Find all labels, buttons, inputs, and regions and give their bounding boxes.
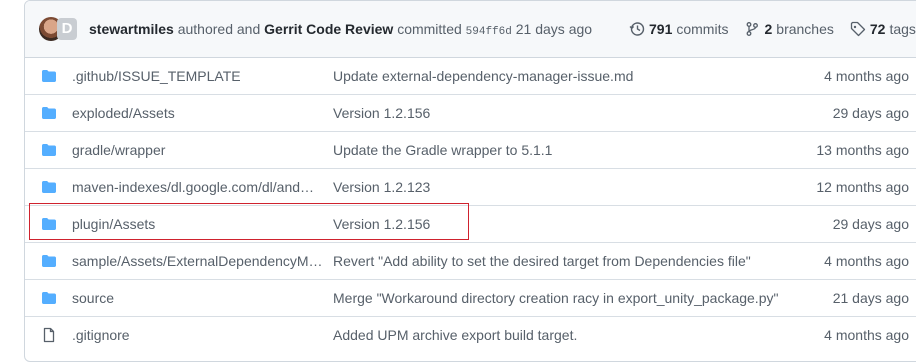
commit-age: 4 months ago [824,327,909,343]
commit-age: 4 months ago [824,68,909,84]
commit-age: 4 months ago [824,253,909,269]
file-list-box: D stewartmiles authored and Gerrit Code … [24,0,916,362]
file-name-path: maven-indexes/dl.google.com/dl/and… [72,179,315,195]
folder-icon [42,292,56,304]
file-name-link[interactable]: sample/Assets/ExternalDependencyM… [72,253,323,269]
file-name-path: sample/Assets/ExternalDependencyM… [72,253,323,269]
tag-icon [850,21,866,37]
folder-icon [42,70,56,82]
folder-icon [42,255,56,267]
file-name: Assets [113,216,156,232]
committer-avatar[interactable]: D [57,18,77,40]
file-name: .gitignore [72,327,130,343]
file-name-link[interactable]: gradle/wrapper [72,142,165,158]
file-row: sample/Assets/ExternalDependencyM… Rever… [25,242,916,279]
file-rows: .github/ISSUE_TEMPLATE Update external-d… [25,58,916,353]
folder-icon [42,144,56,156]
file-name-path: plugin/ [72,216,114,232]
file-name: wrapper [114,142,166,158]
committed-text: committed [397,21,462,37]
commit-age: 29 days ago [832,105,909,121]
branches-label: branches [776,21,834,37]
history-icon [629,22,645,36]
file-row: maven-indexes/dl.google.com/dl/and… Vers… [25,168,916,205]
commit-message-link[interactable]: Version 1.2.156 [333,216,430,232]
file-row: plugin/Assets Version 1.2.156 29 days ag… [25,205,916,242]
commit-message-link[interactable]: Version 1.2.123 [333,179,430,195]
authored-and-text: authored and [177,21,261,37]
tags-label: tags [889,21,916,37]
branches-link[interactable]: 2 branches [744,21,834,37]
file-name: source [72,290,115,306]
commit-message-link[interactable]: Merge "Workaround directory creation rac… [333,290,778,306]
commits-label: commits [676,21,729,37]
commit-message-link[interactable]: Revert "Add ability to set the desired t… [333,253,751,269]
file-row: .github/ISSUE_TEMPLATE Update external-d… [25,58,916,94]
branch-icon [747,22,759,36]
file-name-path: gradle/ [72,142,115,158]
file-name-link[interactable]: maven-indexes/dl.google.com/dl/and… [72,179,314,195]
branches-count: 2 [764,21,773,37]
latest-commit-bar: D stewartmiles authored and Gerrit Code … [25,1,916,58]
file-name: ISSUE_TEMPLATE [117,68,241,84]
file-name-path: exploded/ [72,105,133,121]
committer-link[interactable]: Gerrit Code Review [264,21,393,37]
file-icon [43,327,55,343]
file-row: gradle/wrapper Update the Gradle wrapper… [25,131,916,168]
commit-age: 12 months ago [816,179,909,195]
tags-link[interactable]: 72 tags [850,21,916,37]
commit-summary: stewartmiles authored and Gerrit Code Re… [89,21,592,38]
file-row: .gitignore Added UPM archive export buil… [25,316,916,353]
folder-icon [42,218,56,230]
author-link[interactable]: stewartmiles [89,21,174,37]
file-row: source Merge "Workaround directory creat… [25,279,916,316]
commit-time: 21 days ago [515,21,593,37]
repo-stats: 791 commits 2 branches 72 tags [629,21,916,37]
commit-message-link[interactable]: Update the Gradle wrapper to 5.1.1 [333,142,552,158]
commit-message-link[interactable]: Version 1.2.156 [333,105,430,121]
file-row: exploded/Assets Version 1.2.156 29 days … [25,94,916,131]
file-name-link[interactable]: source [72,290,114,306]
commit-age: 29 days ago [832,216,909,232]
folder-icon [42,107,56,119]
commit-message-link[interactable]: Added UPM archive export build target. [333,327,577,343]
file-name-path: .github/ [72,68,118,84]
commit-message-link[interactable]: Update external-dependency-manager-issue… [333,68,633,84]
commits-link[interactable]: 791 commits [629,21,728,37]
commit-age: 21 days ago [832,290,909,306]
file-name-link[interactable]: plugin/Assets [72,216,155,232]
commits-count: 791 [649,21,673,37]
file-name-link[interactable]: .github/ISSUE_TEMPLATE [72,68,241,84]
commit-sha-link[interactable]: 594ff6d [466,26,512,38]
file-name-link[interactable]: exploded/Assets [72,105,175,121]
folder-icon [42,181,56,193]
file-name: Assets [132,105,175,121]
file-name-link[interactable]: .gitignore [72,327,130,343]
commit-age: 13 months ago [816,142,909,158]
tags-count: 72 [869,21,886,37]
